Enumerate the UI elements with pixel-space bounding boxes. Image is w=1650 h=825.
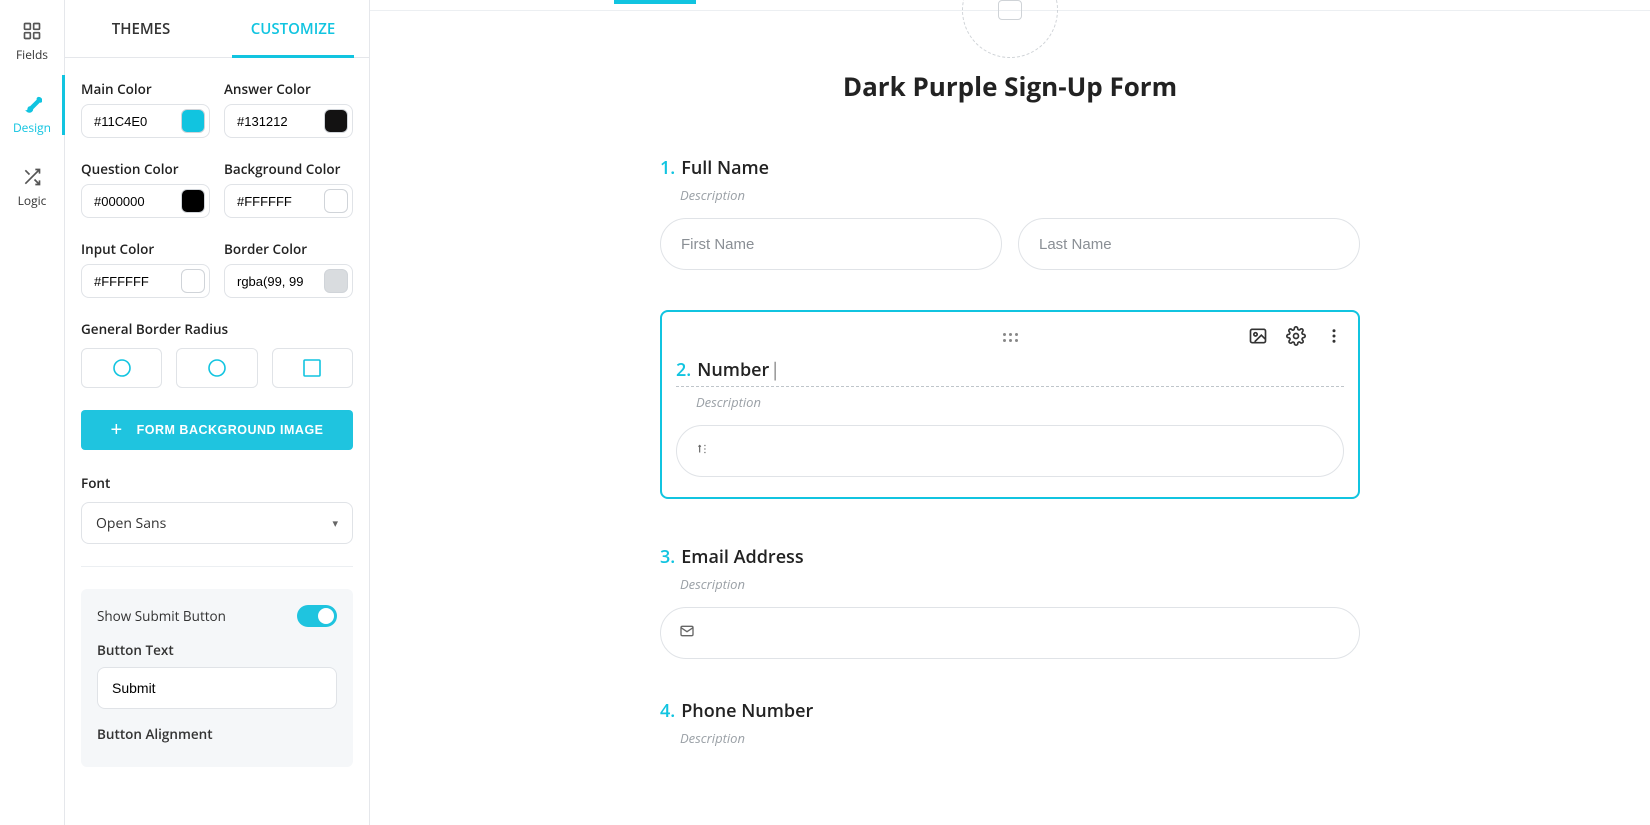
background-color-input[interactable] [237,194,318,209]
radius-label: General Border Radius [81,320,353,338]
shuffle-icon [21,166,43,188]
rail-item-design[interactable]: Design [13,93,51,136]
form-bg-label: FORM BACKGROUND IMAGE [137,423,324,437]
border-color-label: Border Color [224,240,353,258]
canvas: Dark Purple Sign-Up Form 1. Full Name De… [370,0,1650,825]
main-color-swatch[interactable] [181,109,205,133]
answer-color-label: Answer Color [224,80,353,98]
logo-placeholder[interactable] [962,0,1058,58]
q3-label: Email Address [681,545,803,569]
question-color-label: Question Color [81,160,210,178]
radius-opt-square[interactable] [272,348,353,388]
image-icon [998,0,1022,20]
q1-num: 1. [660,156,675,180]
gear-icon[interactable] [1286,326,1306,346]
number-input[interactable] [676,425,1344,477]
question-block-4[interactable]: 4. Phone Number Description [660,699,1360,747]
chevron-down-icon: ▾ [332,516,338,531]
form-area: Dark Purple Sign-Up Form 1. Full Name De… [660,68,1360,787]
answer-color-swatch[interactable] [324,109,348,133]
q4-label: Phone Number [681,699,813,723]
sidebar: THEMES CUSTOMIZE Main Color Answer Color [65,0,370,825]
input-color-field[interactable] [81,264,210,298]
show-submit-toggle[interactable] [297,605,337,627]
top-accent [614,0,696,4]
rail-item-fields[interactable]: Fields [16,20,48,63]
input-color-swatch[interactable] [181,269,205,293]
last-name-input[interactable] [1018,218,1360,270]
question-block-1[interactable]: 1. Full Name Description [660,156,1360,270]
tab-themes[interactable]: THEMES [65,0,217,57]
form-bg-image-button[interactable]: + FORM BACKGROUND IMAGE [81,410,353,450]
answer-color-field[interactable] [224,104,353,138]
q3-num: 3. [660,545,675,569]
sidebar-tabs: THEMES CUSTOMIZE [65,0,369,58]
mail-icon [679,623,695,644]
font-value: Open Sans [96,514,166,533]
submit-panel: Show Submit Button Button Text Button Al… [81,589,353,767]
sidebar-scroll[interactable]: Main Color Answer Color Question Color [65,58,369,825]
main-color-input[interactable] [94,114,175,129]
button-text-input[interactable] [97,667,337,709]
left-rail: Fields Design Logic [0,0,65,825]
first-name-input[interactable] [660,218,1002,270]
rail-label: Logic [18,192,47,209]
question-color-input[interactable] [94,194,175,209]
tab-customize[interactable]: CUSTOMIZE [217,0,369,57]
plus-icon: + [110,420,122,440]
rail-label: Design [13,119,51,136]
question-block-2-selected[interactable]: 2. Number Description [660,310,1360,499]
font-select[interactable]: Open Sans ▾ [81,502,353,544]
button-alignment-label: Button Alignment [97,725,337,743]
background-color-field[interactable] [224,184,353,218]
email-input[interactable] [660,607,1360,659]
grid-icon [21,20,43,42]
button-text-label: Button Text [97,641,337,659]
more-vertical-icon[interactable] [1324,326,1344,346]
q1-desc[interactable]: Description [680,186,1360,204]
question-color-swatch[interactable] [181,189,205,213]
rail-item-logic[interactable]: Logic [18,166,47,209]
question-block-3[interactable]: 3. Email Address Description [660,545,1360,659]
main-color-label: Main Color [81,80,210,98]
divider [81,566,353,567]
form-title[interactable]: Dark Purple Sign-Up Form [660,68,1360,104]
input-color-label: Input Color [81,240,210,258]
radius-opt-rounded[interactable] [176,348,257,388]
drag-handle-icon[interactable] [1003,333,1018,342]
q2-desc[interactable]: Description [696,393,1344,411]
brush-icon [21,93,43,115]
radius-opt-circle[interactable] [81,348,162,388]
q3-desc[interactable]: Description [680,575,1360,593]
input-color-input[interactable] [94,274,175,289]
background-color-label: Background Color [224,160,353,178]
answer-color-input[interactable] [237,114,318,129]
image-icon[interactable] [1248,326,1268,346]
border-color-input[interactable] [237,274,318,289]
font-label: Font [81,474,353,492]
background-color-swatch[interactable] [324,189,348,213]
q2-num: 2. [676,358,691,382]
rail-label: Fields [16,46,48,63]
border-color-field[interactable] [224,264,353,298]
main-color-field[interactable] [81,104,210,138]
q1-label: Full Name [681,156,769,180]
number-icon [695,441,709,461]
q4-num: 4. [660,699,675,723]
border-color-swatch[interactable] [324,269,348,293]
show-submit-label: Show Submit Button [97,607,226,625]
q4-desc[interactable]: Description [680,729,1360,747]
q2-label[interactable]: Number [697,358,780,382]
question-color-field[interactable] [81,184,210,218]
